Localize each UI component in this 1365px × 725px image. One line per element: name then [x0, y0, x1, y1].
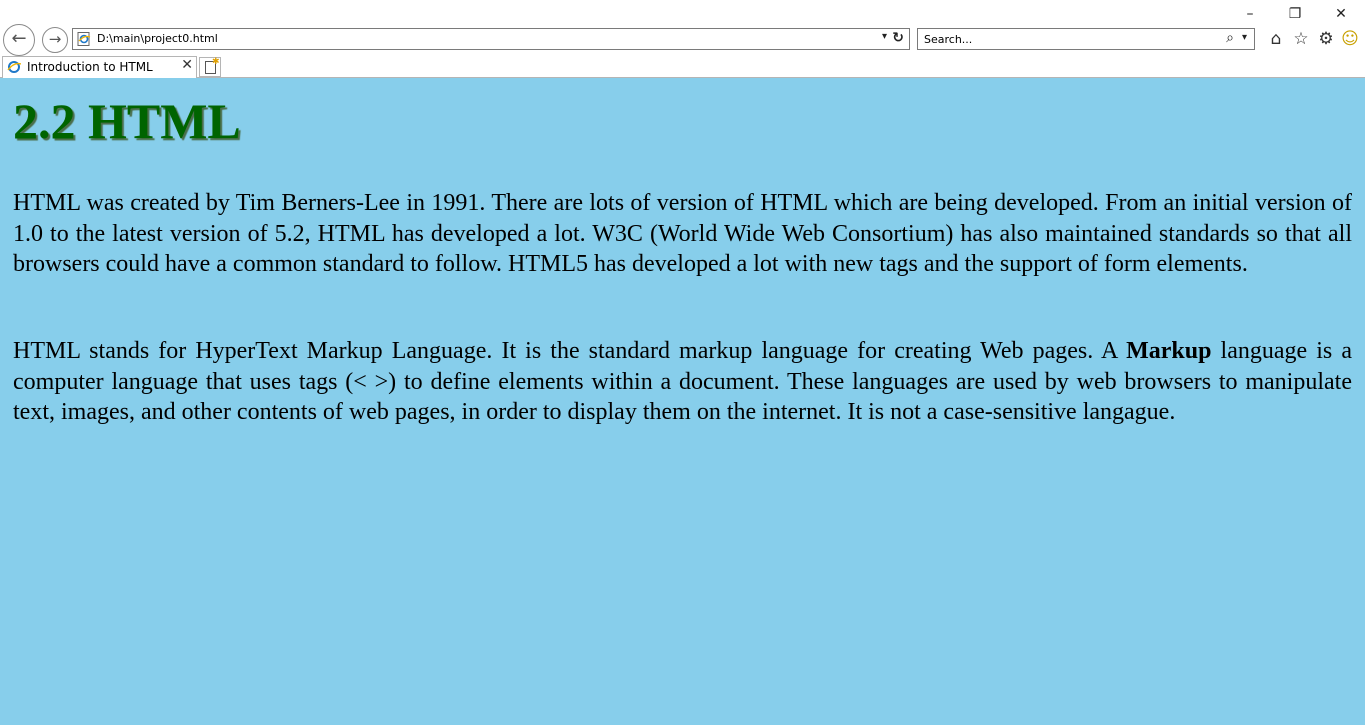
search-icon[interactable]: ⌕ — [1226, 30, 1234, 46]
page-content: 2.2 HTML HTML was created by Tim Berners… — [0, 78, 1365, 725]
sparkle-icon: ✱ — [212, 57, 220, 67]
close-tab-icon[interactable]: ✕ — [181, 57, 193, 73]
tab-bar: Introduction to HTML ✕ ✱ — [0, 55, 1365, 78]
close-window-button[interactable]: ✕ — [1326, 4, 1356, 24]
back-button[interactable]: ← — [3, 24, 35, 56]
forward-button[interactable]: → — [42, 27, 68, 53]
browser-chrome: – ❐ ✕ ← → D:\main\project0.html ▾ ↻ ⌕ ▾ … — [0, 0, 1365, 78]
search-dropdown-icon[interactable]: ▾ — [1242, 32, 1247, 43]
star-icon[interactable]: ☆ — [1290, 28, 1312, 50]
paragraph-text: HTML stands for HyperText Markup Languag… — [13, 338, 1127, 364]
new-tab-button[interactable]: ✱ — [199, 57, 221, 77]
paragraph-definition: HTML stands for HyperText Markup Languag… — [13, 336, 1352, 428]
address-bar[interactable]: D:\main\project0.html ▾ ↻ — [72, 28, 910, 50]
ie-page-icon — [77, 32, 91, 46]
ie-page-icon — [7, 61, 21, 73]
paragraph-history: HTML was created by Tim Berners-Lee in 1… — [13, 190, 1352, 277]
address-text[interactable]: D:\main\project0.html — [97, 32, 218, 45]
refresh-icon[interactable]: ↻ — [892, 30, 904, 46]
home-icon[interactable]: ⌂ — [1265, 28, 1287, 50]
smiley-icon[interactable]: ☺ — [1339, 28, 1361, 50]
tab-label: Introduction to HTML — [27, 60, 153, 74]
restore-button[interactable]: ❐ — [1280, 4, 1310, 24]
search-box[interactable]: ⌕ ▾ — [917, 28, 1255, 50]
tab-introduction-to-html[interactable]: Introduction to HTML ✕ — [2, 56, 197, 78]
search-input[interactable] — [924, 31, 1204, 47]
address-dropdown-icon[interactable]: ▾ — [882, 31, 887, 42]
page-heading: 2.2 HTML — [13, 93, 241, 149]
forward-arrow-icon: → — [48, 30, 62, 48]
gear-icon[interactable]: ⚙ — [1315, 28, 1337, 50]
back-arrow-icon: ← — [11, 28, 27, 49]
minimize-button[interactable]: – — [1235, 4, 1265, 24]
bold-term: Markup — [1126, 338, 1212, 364]
